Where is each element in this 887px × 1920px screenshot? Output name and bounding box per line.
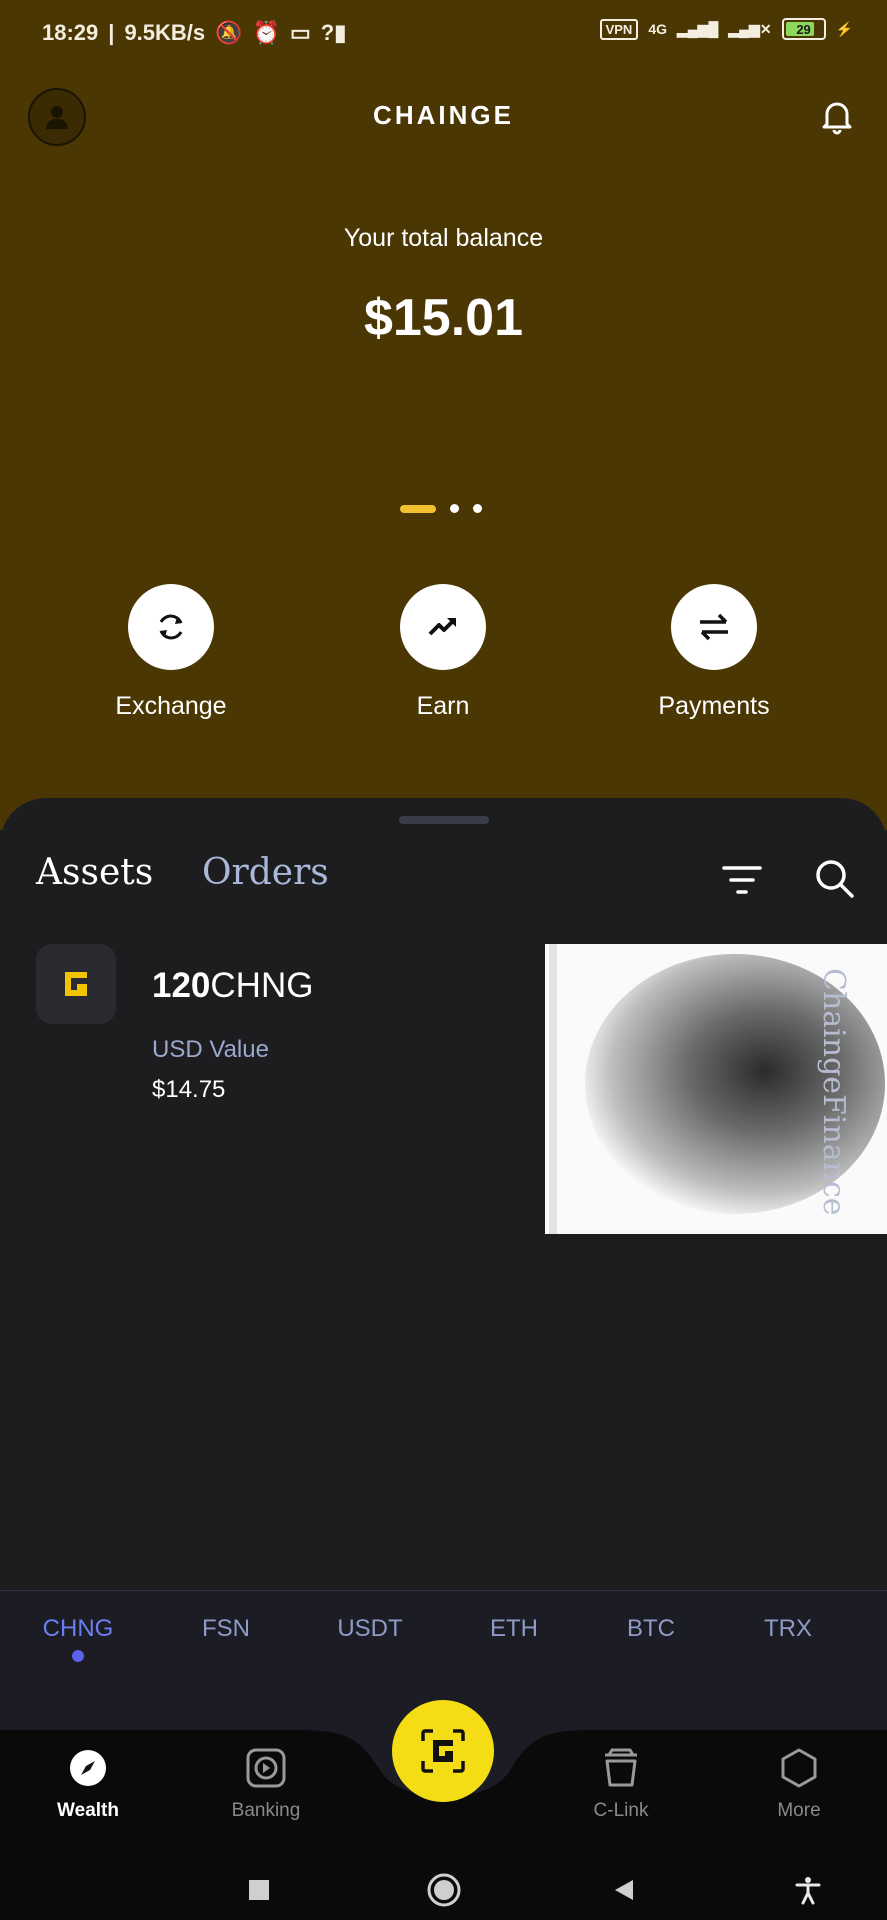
compass-icon [70,1750,106,1786]
muted-bell-icon: 🔕 [215,20,243,45]
earn-label: Earn [416,692,470,720]
notification-bell-icon[interactable] [817,96,857,136]
banking-icon [246,1748,286,1788]
square-icon [249,1880,269,1900]
nav-c-link[interactable]: C-Link [561,1746,681,1822]
tab-assets[interactable]: Assets [36,852,153,893]
signal-question-icon: ?▮ [320,20,347,45]
asset-amount-value: 120 [152,966,211,1005]
chainge-logo-icon [65,972,87,996]
coin-tab-btc[interactable]: BTC [601,1615,701,1643]
filter-icon[interactable] [718,860,766,900]
bucket-icon [605,1748,637,1787]
coin-tab-fsn[interactable]: FSN [176,1615,276,1643]
payments-button[interactable]: Payments [624,584,804,721]
status-divider: | [108,20,115,45]
status-bar: 18:29 | 9.5KB/s 🔕 ⏰ ▭ ?▮ VPN 4G ▂▄▆█ ▂▄▆… [0,12,887,54]
coin-tab-chng[interactable]: CHNG [28,1615,128,1643]
active-coin-indicator [72,1650,84,1662]
exchange-icon [159,614,183,640]
accessibility-icon [795,1877,821,1905]
status-time: 18:29 [42,20,99,45]
nft-card-image[interactable]: ChaingeFinance [545,944,887,1234]
tab-orders[interactable]: Orders [202,852,329,893]
coin-tab-trx[interactable]: TRX [738,1615,838,1643]
earn-button[interactable]: Earn [353,584,533,721]
carousel-dot[interactable] [473,504,482,513]
nav-wealth-label: Wealth [57,1800,119,1821]
back-triangle-icon [615,1880,633,1900]
nav-more[interactable]: More [739,1746,859,1822]
back-button[interactable] [602,1868,646,1912]
vpn-badge: VPN [599,18,639,40]
nav-banking[interactable]: Banking [206,1746,326,1822]
usd-value-label: USD Value [152,1036,269,1063]
usd-value-amount: $14.75 [152,1076,226,1103]
search-icon[interactable] [810,854,858,902]
total-balance-value: $15.01 [363,289,524,347]
transfer-arrows-icon [700,613,728,641]
scan-button[interactable] [392,1700,494,1802]
home-circle-icon [427,1873,461,1907]
trending-up-icon [428,618,456,636]
sheet-drag-handle[interactable] [399,816,489,824]
nav-c-link-label: C-Link [593,1800,649,1821]
nav-wealth[interactable]: Wealth [28,1746,148,1822]
carousel-dot[interactable] [450,504,459,513]
battery-icon: 29 [781,18,826,40]
scan-qr-icon [421,1729,465,1773]
exchange-label: Exchange [115,692,227,720]
total-balance-label: Your total balance [343,224,544,252]
exchange-button[interactable]: Exchange [81,584,261,721]
nav-more-label: More [777,1800,821,1821]
asset-symbol: CHNG [210,966,314,1005]
recent-apps-button[interactable] [237,1868,281,1912]
nft-watermark: ChaingeFinance [816,968,851,1216]
asset-amount[interactable]: 120CHNG [152,966,313,1006]
card-edge [549,944,557,1234]
nav-banking-label: Banking [231,1800,301,1821]
network-label: 4G [648,21,667,37]
signal-empty-icon: ▂▄▆✕ [728,20,772,37]
carousel-indicator [400,504,482,513]
app-title: CHAINGE [373,100,514,130]
home-button[interactable] [422,1868,466,1912]
signal-icon: ▂▄▆█ [677,20,719,37]
sim-icon: ▭ [289,20,311,45]
hexagon-icon [781,1748,817,1788]
charging-icon: ⚡ [835,20,853,37]
coin-tab-usdt[interactable]: USDT [320,1615,420,1643]
status-speed: 9.5KB/s [124,20,206,45]
accessibility-button[interactable] [786,1868,830,1912]
carousel-dot-active[interactable] [400,504,436,513]
chng-token-icon[interactable] [36,944,116,1024]
alarm-icon: ⏰ [252,20,280,45]
payments-label: Payments [658,692,770,720]
coin-tab-eth[interactable]: ETH [464,1615,564,1643]
